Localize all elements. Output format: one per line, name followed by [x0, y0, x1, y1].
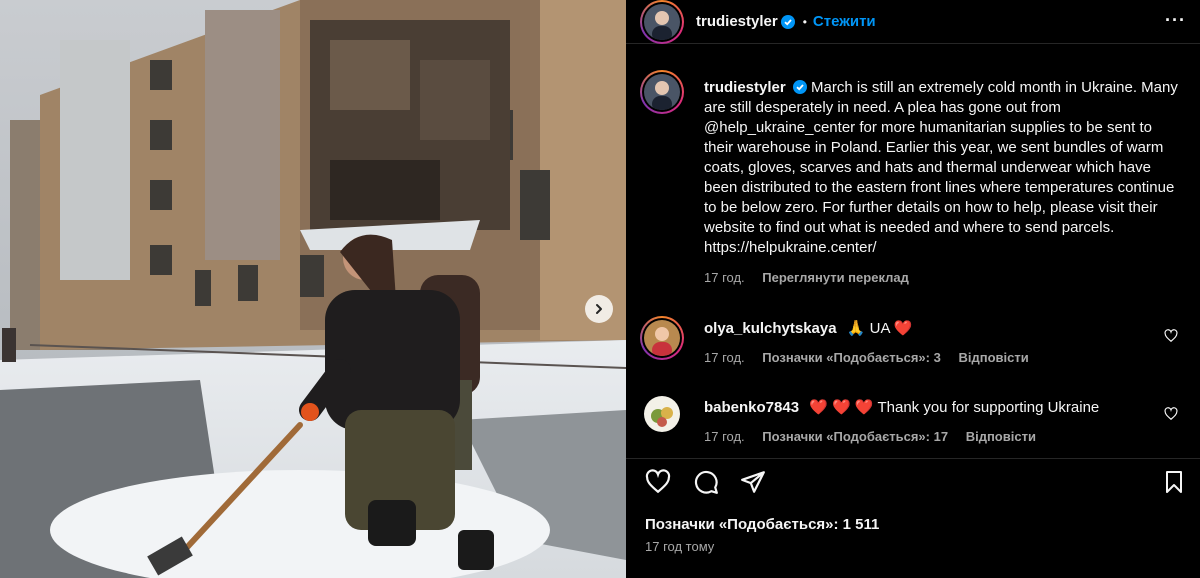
commenter-avatar-ring[interactable] — [640, 316, 684, 360]
author-username[interactable]: trudiestyler — [696, 13, 778, 30]
likes-count[interactable]: Позначки «Подобається»: 1 511 — [645, 516, 879, 533]
caption-username[interactable]: trudiestyler — [704, 79, 786, 96]
see-translation-button[interactable]: Переглянути переклад — [762, 270, 909, 285]
comment-text: 🙏 UA ❤️ — [846, 320, 913, 337]
comment-username[interactable]: olya_kulchytskaya — [704, 320, 837, 337]
separator-dot: • — [802, 14, 807, 29]
more-options-button[interactable]: ··· — [1165, 10, 1186, 31]
post-details-panel: trudiestyler • Стежити ··· trudiestyler … — [626, 0, 1200, 578]
post-header: trudiestyler • Стежити ··· — [626, 0, 1200, 44]
comment-text: ❤️ ❤️ ❤️ Thank you for supporting Ukrain… — [809, 399, 1100, 416]
post-image — [0, 0, 626, 578]
heart-icon[interactable] — [1164, 407, 1178, 421]
bookmark-icon[interactable] — [1162, 469, 1186, 495]
heart-icon[interactable] — [1164, 329, 1178, 343]
follow-button[interactable]: Стежити — [813, 13, 876, 30]
comment-meta: 17 год. Позначки «Подобається»: 17 Відпо… — [704, 427, 1144, 447]
verified-badge-icon — [780, 14, 795, 29]
comment-username[interactable]: babenko7843 — [704, 399, 799, 416]
comment-icon[interactable] — [693, 469, 719, 495]
reply-button[interactable]: Відповісти — [966, 429, 1036, 444]
heart-icon[interactable] — [645, 469, 671, 495]
caption-avatar — [644, 74, 680, 110]
commenter-avatar — [644, 396, 680, 432]
commenter-avatar-ring[interactable] — [644, 396, 680, 432]
comment-likes[interactable]: Позначки «Подобається»: 3 — [762, 350, 941, 365]
comment-time[interactable]: 17 год. — [704, 350, 745, 365]
commenter-avatar — [644, 320, 680, 356]
share-icon[interactable] — [740, 469, 766, 495]
post-photo[interactable] — [0, 0, 626, 578]
chevron-right-icon — [596, 304, 602, 314]
caption-avatar-ring[interactable] — [640, 70, 684, 114]
author-avatar — [644, 3, 680, 40]
post-timestamp[interactable]: 17 год тому — [645, 539, 714, 554]
comment-meta: 17 год. Позначки «Подобається»: 3 Відпов… — [704, 348, 1144, 368]
author-avatar-ring[interactable] — [640, 0, 684, 44]
reply-button[interactable]: Відповісти — [958, 350, 1028, 365]
verified-badge-icon — [792, 80, 807, 94]
caption-text: March is still an extremely cold month i… — [704, 79, 1178, 256]
caption-time[interactable]: 17 год. — [704, 270, 745, 285]
caption-meta: 17 год. Переглянути переклад — [704, 268, 1184, 288]
next-photo-button[interactable] — [585, 295, 613, 323]
action-bar — [626, 458, 1200, 504]
comment-time[interactable]: 17 год. — [704, 429, 745, 444]
comment-likes[interactable]: Позначки «Подобається»: 17 — [762, 429, 948, 444]
